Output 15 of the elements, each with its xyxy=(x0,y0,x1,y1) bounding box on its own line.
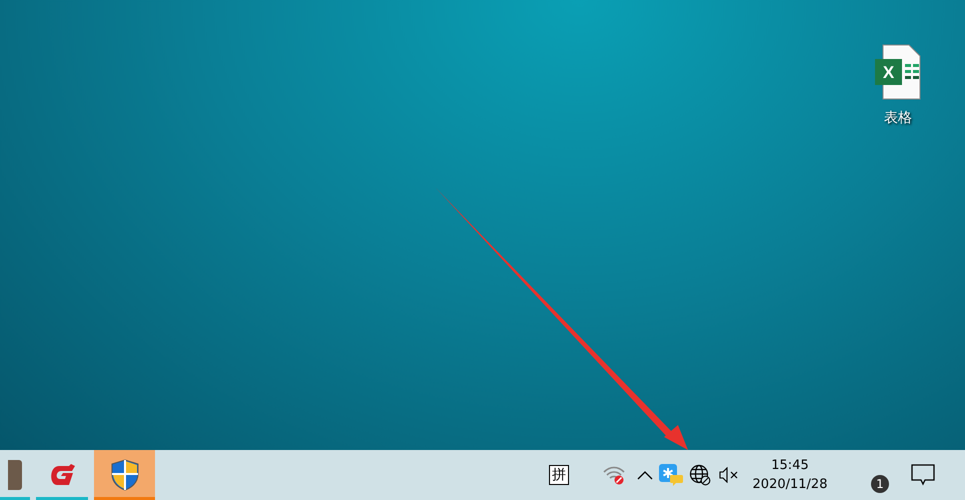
input-method-indicator[interactable]: 拼 xyxy=(549,465,569,485)
taskbar-app-button[interactable] xyxy=(94,450,155,500)
clock[interactable]: 15:45 2020/11/28 xyxy=(745,456,835,494)
notification-count: 1 xyxy=(871,475,889,493)
globe-icon[interactable] xyxy=(689,464,711,486)
chevron-up-icon[interactable] xyxy=(637,470,653,480)
desktop-icon-label[interactable]: 表格 xyxy=(884,108,912,129)
wifi-disconnected-icon[interactable] xyxy=(603,465,625,485)
clock-time: 15:45 xyxy=(771,457,809,475)
speaker-muted-icon[interactable] xyxy=(719,467,739,483)
action-center-icon[interactable] xyxy=(911,464,935,486)
chat-app-icon[interactable] xyxy=(659,464,683,486)
clock-date: 2020/11/28 xyxy=(752,476,828,494)
photo-placeholder xyxy=(8,460,22,490)
shield-icon xyxy=(110,459,138,491)
